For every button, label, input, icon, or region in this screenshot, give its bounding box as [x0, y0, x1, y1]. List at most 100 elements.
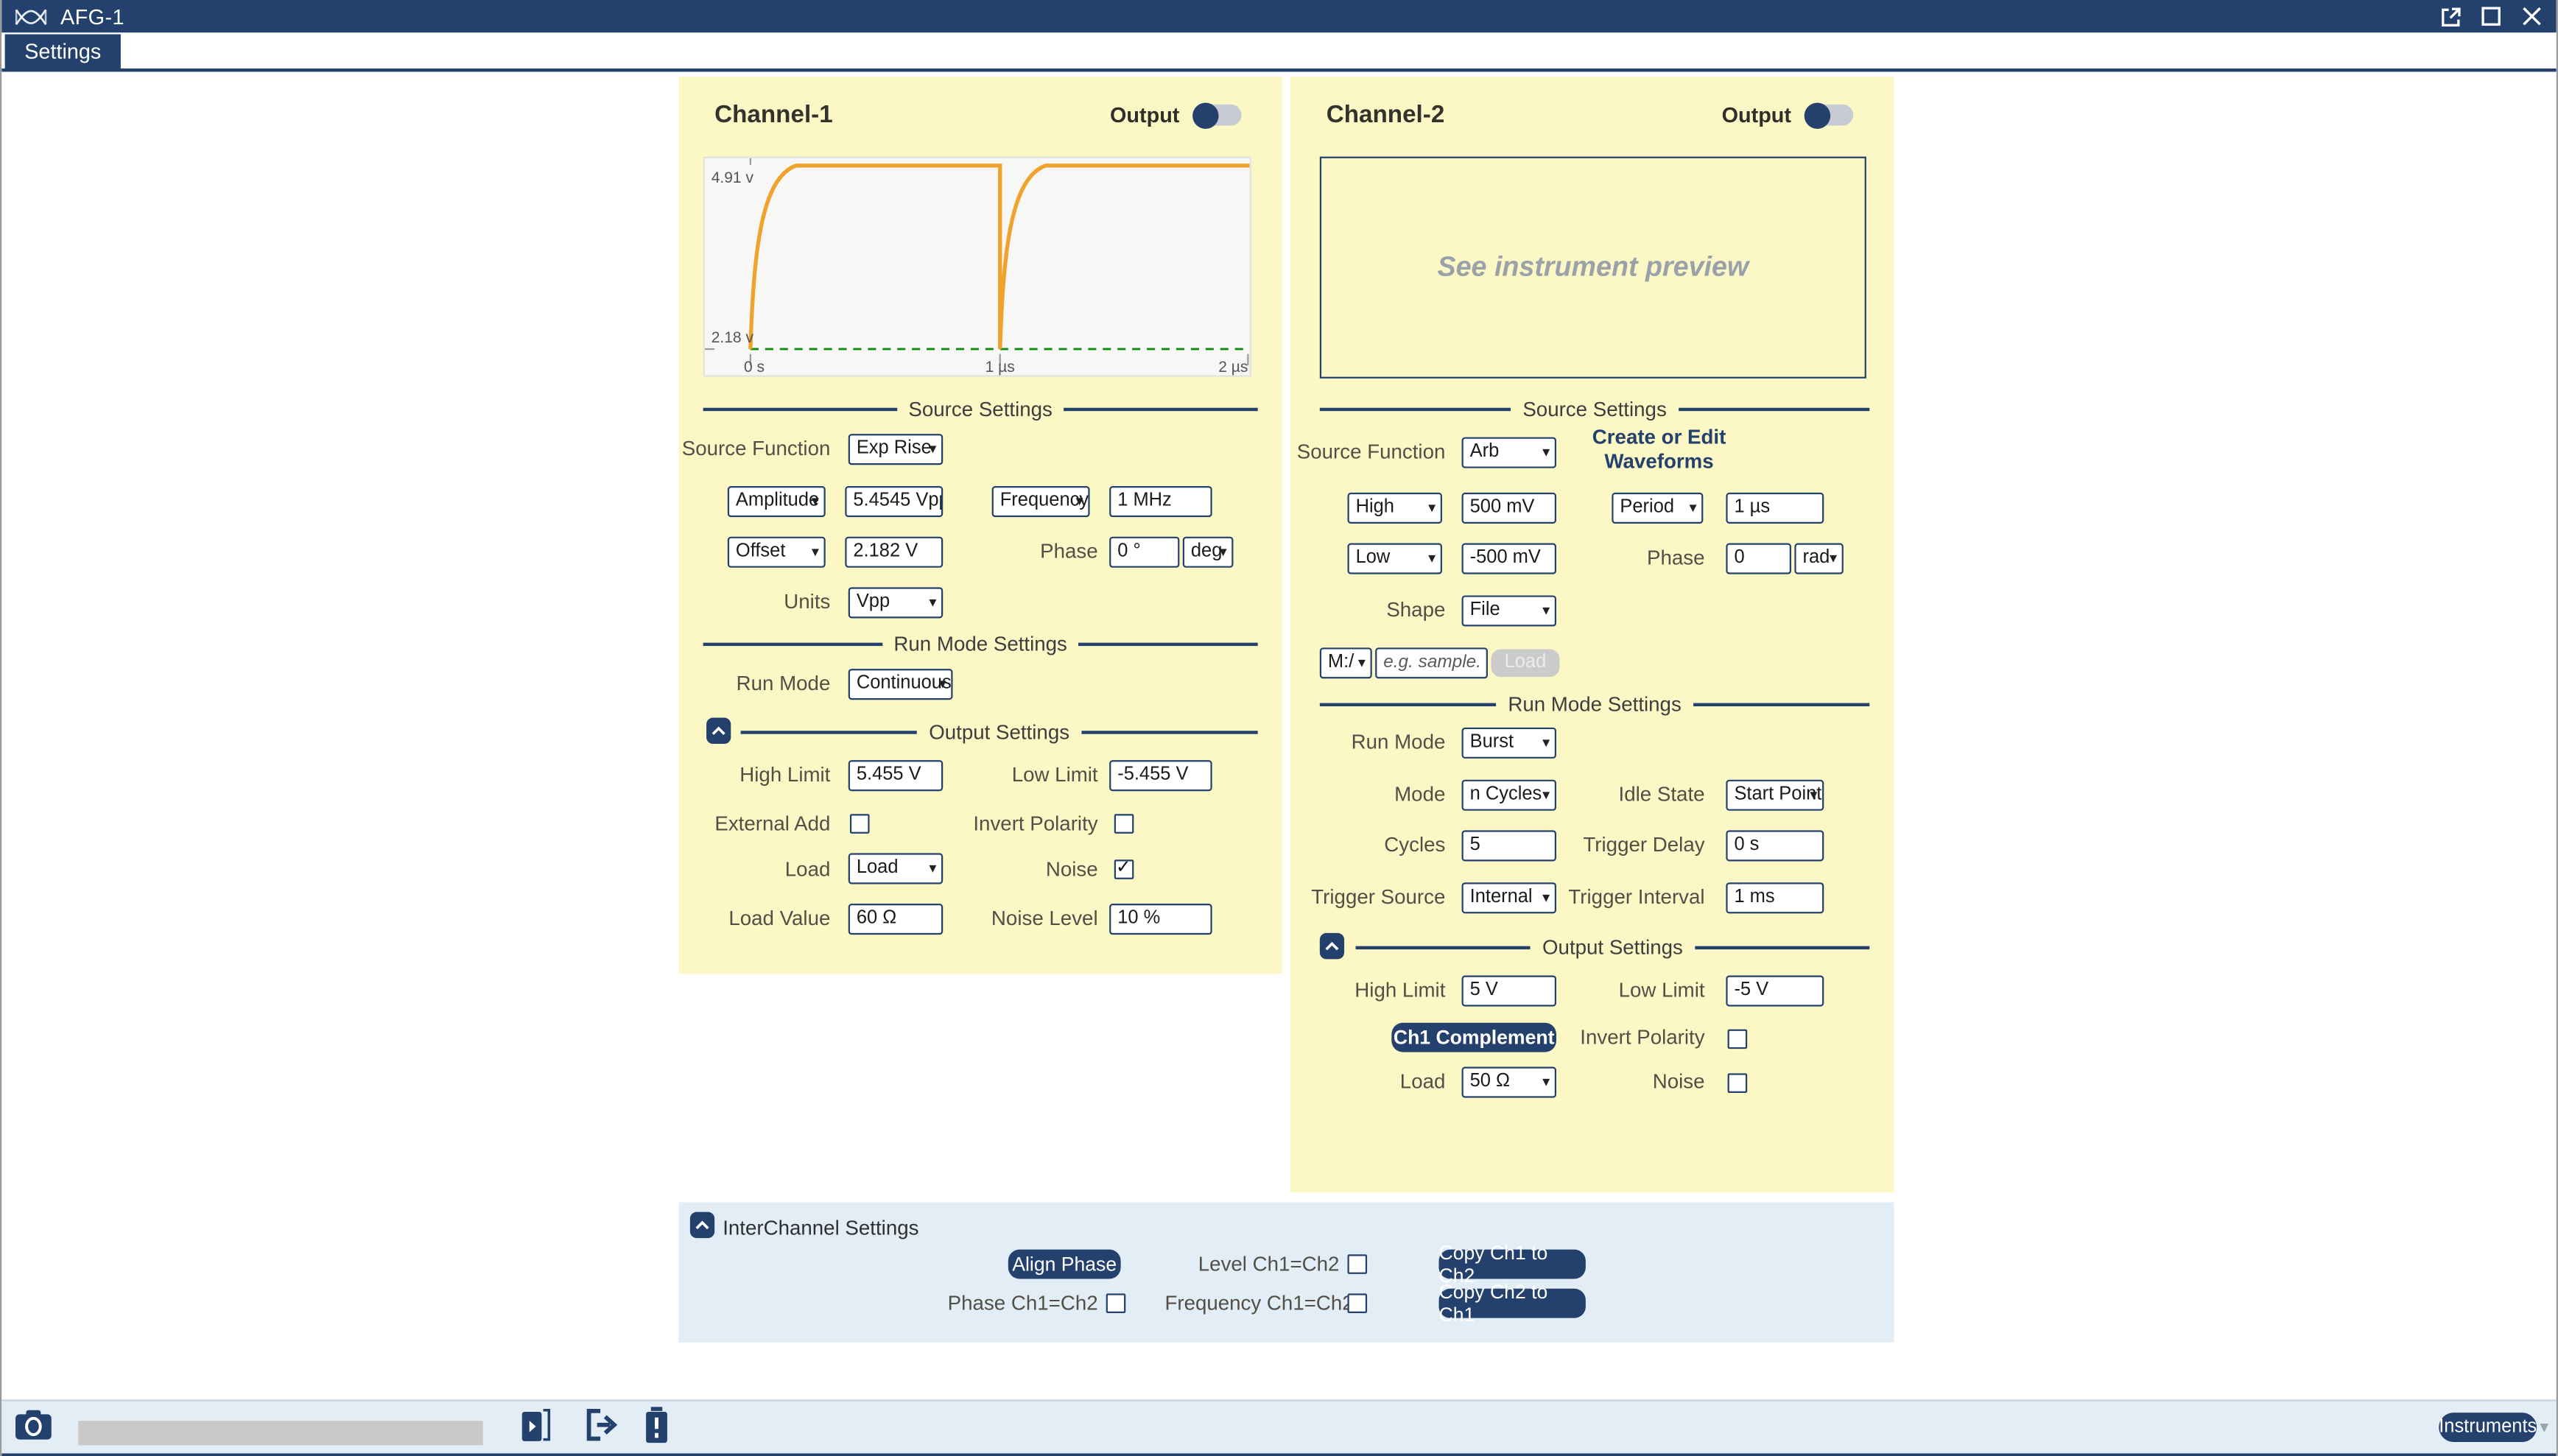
channel1-noise-label: Noise: [924, 857, 1098, 882]
frequency-ch1-ch2-label: Frequency Ch1=Ch2: [1164, 1290, 1339, 1316]
channel1-output-toggle[interactable]: [1194, 105, 1241, 126]
app-logo-icon: [13, 4, 49, 29]
channel1-phase-input[interactable]: 0 °: [1109, 536, 1179, 567]
source-function-label: Source Function: [678, 435, 830, 461]
channel2-low-limit-label: Low Limit: [1503, 977, 1705, 1003]
export-session-icon[interactable]: [584, 1407, 620, 1442]
channel1-noise-checkbox[interactable]: [1114, 859, 1134, 879]
phase-ch1-ch2-checkbox[interactable]: [1106, 1293, 1126, 1313]
exp-rise-waveform-plot: 4.91 v 2.18 v 0 s 1 µs 2 µs: [705, 158, 1250, 376]
run-mode-label: Run Mode: [678, 670, 830, 696]
level-ch1-ch2-checkbox[interactable]: [1348, 1254, 1368, 1274]
channel2-shape-select[interactable]: File: [1462, 594, 1556, 625]
channel2-idle-state-select[interactable]: Start Point: [1726, 779, 1824, 810]
channel2-noise-label: Noise: [1503, 1069, 1705, 1094]
instruments-button[interactable]: Instruments: [2439, 1412, 2537, 1441]
channel2-low-limit-input[interactable]: -5 V: [1726, 974, 1824, 1005]
chevron-up-icon: [711, 726, 726, 736]
copy-ch2-to-ch1-button[interactable]: Copy Ch2 to Ch1: [1439, 1289, 1586, 1318]
frequency-ch1-ch2-checkbox[interactable]: [1348, 1293, 1368, 1313]
channel1-noise-level-input[interactable]: 10 %: [1109, 903, 1212, 934]
channel2-output-settings-collapse-button[interactable]: [1320, 933, 1344, 959]
channel1-frequency-param-select[interactable]: Frequency: [992, 485, 1090, 516]
channel2-high-param-select[interactable]: High: [1348, 492, 1442, 523]
channel2-source-settings-header: Source Settings: [1320, 396, 1869, 422]
channel2-drive-select[interactable]: M:/: [1320, 647, 1372, 678]
channel1-low-limit-input[interactable]: -5.455 V: [1109, 759, 1212, 790]
channel2-waveform-preview-placeholder: See instrument preview: [1320, 157, 1866, 379]
channel2-waveform-file-input[interactable]: [1375, 647, 1488, 678]
tab-settings[interactable]: Settings: [5, 35, 121, 69]
channel2-noise-checkbox[interactable]: [1728, 1073, 1748, 1093]
channel2-output-settings-header: Output Settings: [1356, 935, 1870, 960]
align-phase-button[interactable]: Align Phase: [1008, 1250, 1121, 1279]
exp-rise-trace: [751, 166, 1250, 349]
channel2-source-function-select[interactable]: Arb: [1462, 436, 1556, 467]
channel1-output-settings-collapse-button[interactable]: [706, 718, 731, 744]
channel2-high-limit-label: High Limit: [1290, 977, 1445, 1003]
idle-state-label: Idle State: [1503, 781, 1705, 807]
channel2-run-mode-label: Run Mode: [1290, 729, 1445, 755]
channel1-offset-param-select[interactable]: Offset: [728, 536, 826, 567]
channel1-waveform-preview-chart: 4.91 v 2.18 v 0 s 1 µs 2 µs: [703, 157, 1251, 377]
channel2-load-label: Load: [1290, 1069, 1445, 1094]
channel2-period-input[interactable]: 1 µs: [1726, 492, 1824, 523]
interchannel-settings-title: InterChannel Settings: [723, 1217, 918, 1239]
load-value-label: Load Value: [678, 905, 830, 931]
channel1-external-add-checkbox[interactable]: [850, 814, 870, 834]
channel2-title: Channel-2: [1327, 101, 1445, 129]
channel1-run-mode-select[interactable]: Continuous: [848, 668, 953, 699]
create-or-edit-waveforms-link[interactable]: Create or Edit Waveforms: [1551, 426, 1766, 474]
bottom-toolbar: Instruments ▼: [1, 1399, 2557, 1456]
channel1-output-settings-header: Output Settings: [741, 720, 1258, 745]
channel2-source-function-label: Source Function: [1290, 439, 1445, 465]
title-bar: AFG-1: [1, 0, 2557, 32]
channel1-low-limit-label: Low Limit: [924, 762, 1098, 787]
channel2-trigger-interval-input[interactable]: 1 ms: [1726, 882, 1824, 912]
level-ch1-ch2-label: Level Ch1=Ch2: [1164, 1251, 1339, 1277]
open-new-window-icon[interactable]: [2440, 6, 2462, 27]
y-max-tick-label: 4.91 v: [711, 169, 754, 186]
channel1-source-settings-header: Source Settings: [703, 396, 1258, 422]
noise-level-label: Noise Level: [924, 905, 1098, 931]
external-add-label: External Add: [678, 811, 830, 837]
copy-ch1-to-ch2-button[interactable]: Copy Ch1 to Ch2: [1439, 1250, 1586, 1279]
channel2-output-toggle[interactable]: [1806, 105, 1853, 126]
shape-label: Shape: [1290, 597, 1445, 623]
channel1-source-function-select[interactable]: Exp Rise: [848, 433, 943, 464]
channel1-output-label: Output: [1110, 103, 1179, 127]
horizontal-scrollbar-thumb[interactable]: [78, 1420, 482, 1444]
channel2-output-label: Output: [1722, 103, 1791, 127]
channel2-load-file-button[interactable]: Load: [1491, 648, 1559, 676]
interchannel-collapse-button[interactable]: [690, 1212, 714, 1238]
channel2-invert-polarity-label: Invert Polarity: [1503, 1024, 1705, 1050]
channel2-high-input[interactable]: 500 mV: [1462, 492, 1556, 523]
channel2-period-param-select[interactable]: Period: [1612, 492, 1703, 523]
x-tick-0: 0 s: [744, 359, 765, 375]
screenshot-camera-icon[interactable]: [15, 1409, 52, 1440]
channel1-invert-polarity-label: Invert Polarity: [924, 811, 1098, 837]
channel2-run-mode-settings-header: Run Mode Settings: [1320, 692, 1869, 717]
channel2-phase-input[interactable]: 0: [1726, 542, 1791, 573]
close-icon[interactable]: [2520, 5, 2543, 28]
phase-ch1-ch2-label: Phase Ch1=Ch2: [924, 1290, 1098, 1316]
channel2-phase-units-select[interactable]: rad: [1794, 542, 1843, 573]
channel1-phase-units-select[interactable]: deg: [1183, 536, 1234, 567]
channel1-amplitude-input[interactable]: 5.4545 Vpp: [845, 485, 943, 516]
maximize-icon[interactable]: [2481, 7, 2501, 27]
channel2-run-mode-select[interactable]: Burst: [1462, 727, 1556, 758]
channel1-amplitude-param-select[interactable]: Amplitude: [728, 485, 826, 516]
channel1-units-select[interactable]: Vpp: [848, 586, 943, 617]
preview-placeholder-text: See instrument preview: [1438, 251, 1749, 284]
channel2-invert-polarity-checkbox[interactable]: [1728, 1030, 1748, 1049]
channel2-low-param-select[interactable]: Low: [1348, 542, 1442, 573]
cycles-label: Cycles: [1290, 832, 1445, 858]
channel1-phase-label: Phase: [924, 538, 1098, 564]
toolbar-overflow-caret-icon[interactable]: ▼: [2537, 1418, 2551, 1435]
battery-alert-icon[interactable]: [643, 1405, 671, 1443]
channel1-invert-polarity-checkbox[interactable]: [1114, 814, 1134, 834]
help-playbook-icon[interactable]: [521, 1407, 553, 1442]
channel1-frequency-input[interactable]: 1 MHz: [1109, 485, 1212, 516]
interchannel-settings-panel: InterChannel Settings Align Phase Level …: [678, 1202, 1894, 1342]
channel2-trigger-delay-input[interactable]: 0 s: [1726, 829, 1824, 860]
